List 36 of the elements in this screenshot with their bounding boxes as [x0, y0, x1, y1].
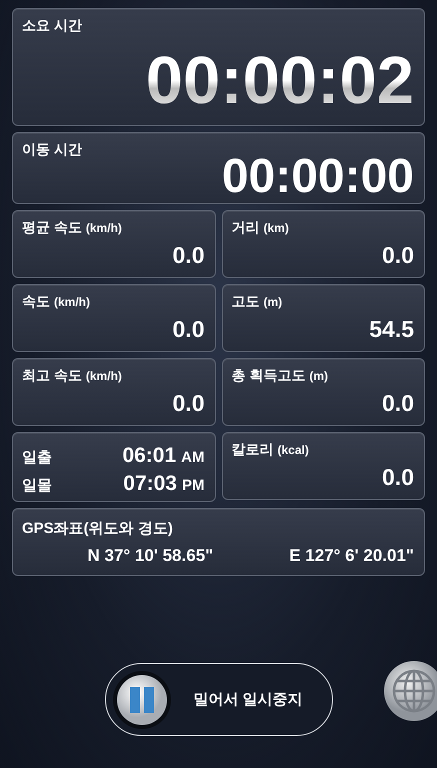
- gps-label: GPS좌표(위도와 경도): [22, 519, 173, 538]
- sun-label: 일몰: [22, 476, 52, 495]
- slide-to-pause-slider[interactable]: 밀어서 일시중지: [104, 663, 332, 736]
- stat-label: 고도: [232, 293, 260, 311]
- stat-value: 0.0: [172, 242, 204, 269]
- timer-value: 00:00:00: [222, 153, 414, 201]
- unit-label: (km/h): [86, 221, 122, 235]
- stat-value: 0.0: [382, 464, 414, 491]
- unit-label: (km/h): [54, 295, 90, 309]
- sun-label: 일출: [22, 448, 52, 467]
- stat-value: 0.0: [172, 390, 204, 417]
- stat-value: 0.0: [382, 390, 414, 417]
- stat-label: 속도: [22, 293, 50, 311]
- card-label: 소요 시간: [22, 17, 82, 35]
- pause-icon[interactable]: [112, 670, 172, 730]
- stat-value: 54.5: [369, 316, 414, 343]
- unit-label: (kcal): [278, 443, 309, 457]
- stat-label: 최고 속도: [22, 367, 82, 385]
- stat-label: 칼로리: [232, 441, 274, 459]
- time-period: AM: [181, 449, 204, 466]
- stat-label: 거리: [232, 219, 260, 237]
- unit-label: (m): [309, 369, 328, 383]
- time-period: PM: [182, 477, 204, 494]
- unit-label: (km): [264, 221, 289, 235]
- stat-label: 평균 속도: [22, 219, 82, 237]
- stat-value: 0.0: [172, 316, 204, 343]
- latitude-value: N 37° 10' 58.65": [88, 546, 214, 566]
- unit-label: (km/h): [86, 369, 122, 383]
- sun-time: 06:01: [122, 444, 176, 468]
- sun-time: 07:03: [123, 472, 177, 496]
- longitude-value: E 127° 6' 20.01": [289, 546, 414, 566]
- card-label: 이동 시간: [22, 141, 82, 159]
- unit-label: (m): [264, 295, 282, 309]
- stat-value: 0.0: [382, 242, 414, 269]
- stat-label: 총 획득고도: [232, 367, 306, 385]
- globe-icon[interactable]: [383, 660, 437, 722]
